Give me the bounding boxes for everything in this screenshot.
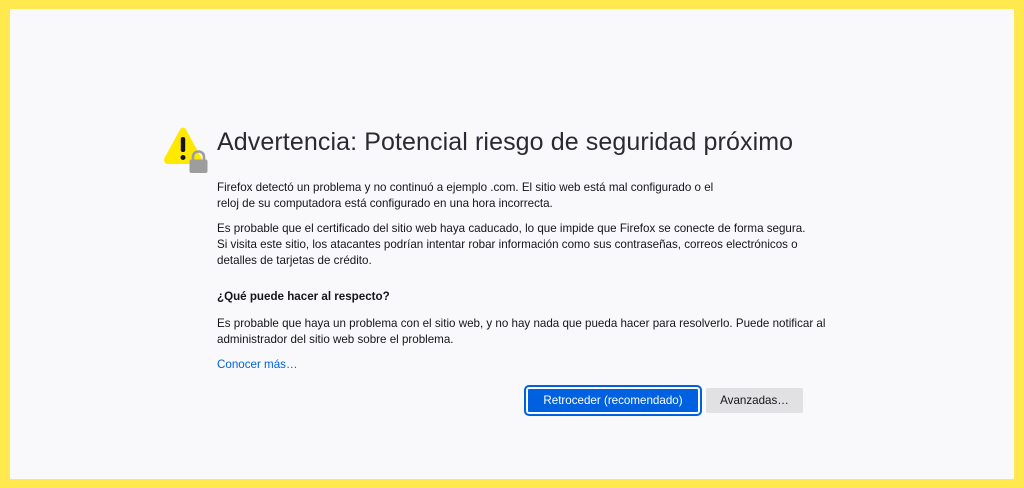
certificate-explanation: Es probable que el certificado del sitio… bbox=[217, 222, 806, 267]
what-can-you-do-text: Es probable que haya un problema con el … bbox=[217, 317, 826, 346]
warning-lock-icon bbox=[163, 127, 208, 173]
warning-triangle-icon bbox=[163, 127, 203, 164]
error-page: Advertencia: Potencial riesgo de segurid… bbox=[10, 9, 1014, 479]
learn-more-link[interactable]: Conocer más… bbox=[217, 358, 298, 371]
page-title: Advertencia: Potencial riesgo de segurid… bbox=[217, 128, 794, 156]
error-description: Firefox detectó un problema y no continu… bbox=[217, 181, 714, 210]
advanced-button[interactable]: Avanzadas… bbox=[706, 388, 803, 413]
what-can-you-do-heading: ¿Qué puede hacer al respecto? bbox=[217, 290, 390, 303]
go-back-button[interactable]: Retroceder (recomendado) bbox=[524, 385, 702, 416]
